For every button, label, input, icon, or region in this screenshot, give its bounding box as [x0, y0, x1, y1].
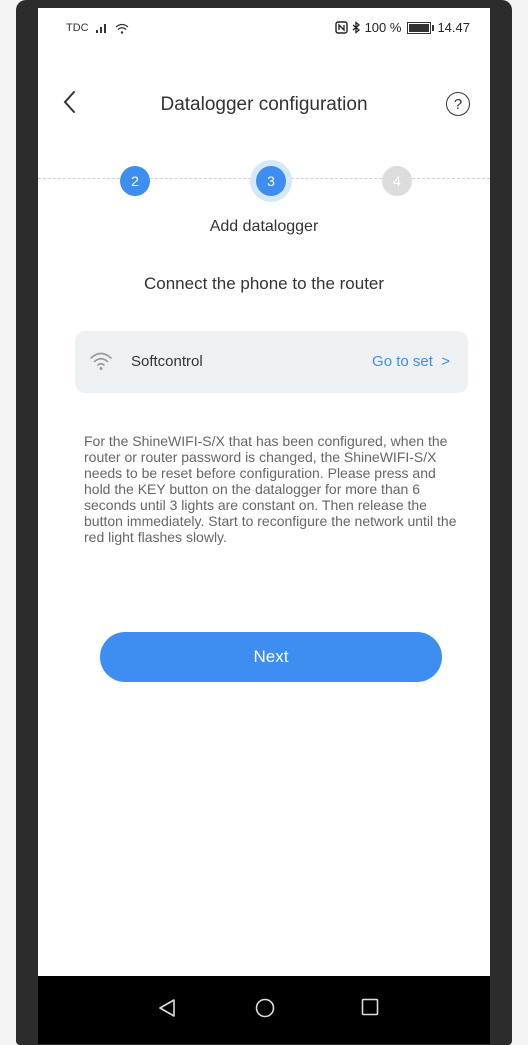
step-indicator: 4: [382, 166, 412, 196]
step-indicator-current: 3: [256, 166, 286, 196]
step-connector: [150, 178, 256, 179]
instruction-text: Connect the phone to the router: [143, 274, 385, 293]
next-button[interactable]: Next: [100, 632, 442, 682]
status-bar: TDC 100 % 14.47: [38, 8, 490, 48]
step-connector: [286, 178, 382, 179]
stepper: 2 3 4: [38, 158, 490, 202]
navigation-bar: [38, 976, 490, 1044]
battery-percent: 100 %: [364, 20, 402, 35]
step-caption: Add datalogger: [209, 218, 319, 235]
step-indicator: 2: [120, 166, 150, 196]
signal-icon: [95, 24, 106, 33]
reset-notice: For the ShineWIFI-S/X that has been conf…: [84, 433, 457, 545]
screen: TDC 100 % 14.47 Datalogger configuration…: [38, 8, 490, 1044]
header: Datalogger configuration ?: [38, 88, 490, 128]
bluetooth-icon: [352, 21, 360, 34]
circle-home-icon[interactable]: [255, 998, 275, 1018]
wifi-network-name: Softcontrol: [131, 353, 203, 370]
help-button[interactable]: ?: [446, 92, 470, 116]
status-right: 100 % 14.47: [334, 20, 470, 35]
step-connector: [412, 178, 490, 179]
battery-icon: [407, 21, 435, 34]
status-time: 14.47: [437, 20, 470, 35]
square-recents-icon[interactable]: [361, 998, 379, 1016]
triangle-back-icon[interactable]: [158, 998, 176, 1018]
wifi-icon: [90, 352, 112, 370]
wifi-status-icon: [115, 23, 129, 34]
go-to-set-link[interactable]: Go to set >: [372, 353, 450, 370]
status-left: TDC: [66, 22, 129, 34]
wifi-network-card[interactable]: Softcontrol Go to set >: [75, 331, 468, 393]
page-title: Datalogger configuration: [160, 94, 368, 115]
battery-fill: [409, 23, 430, 32]
nfc-icon: [334, 21, 348, 34]
help-circle-icon: ?: [453, 96, 463, 113]
carrier-label: TDC: [66, 22, 89, 34]
step-connector: [38, 178, 120, 179]
